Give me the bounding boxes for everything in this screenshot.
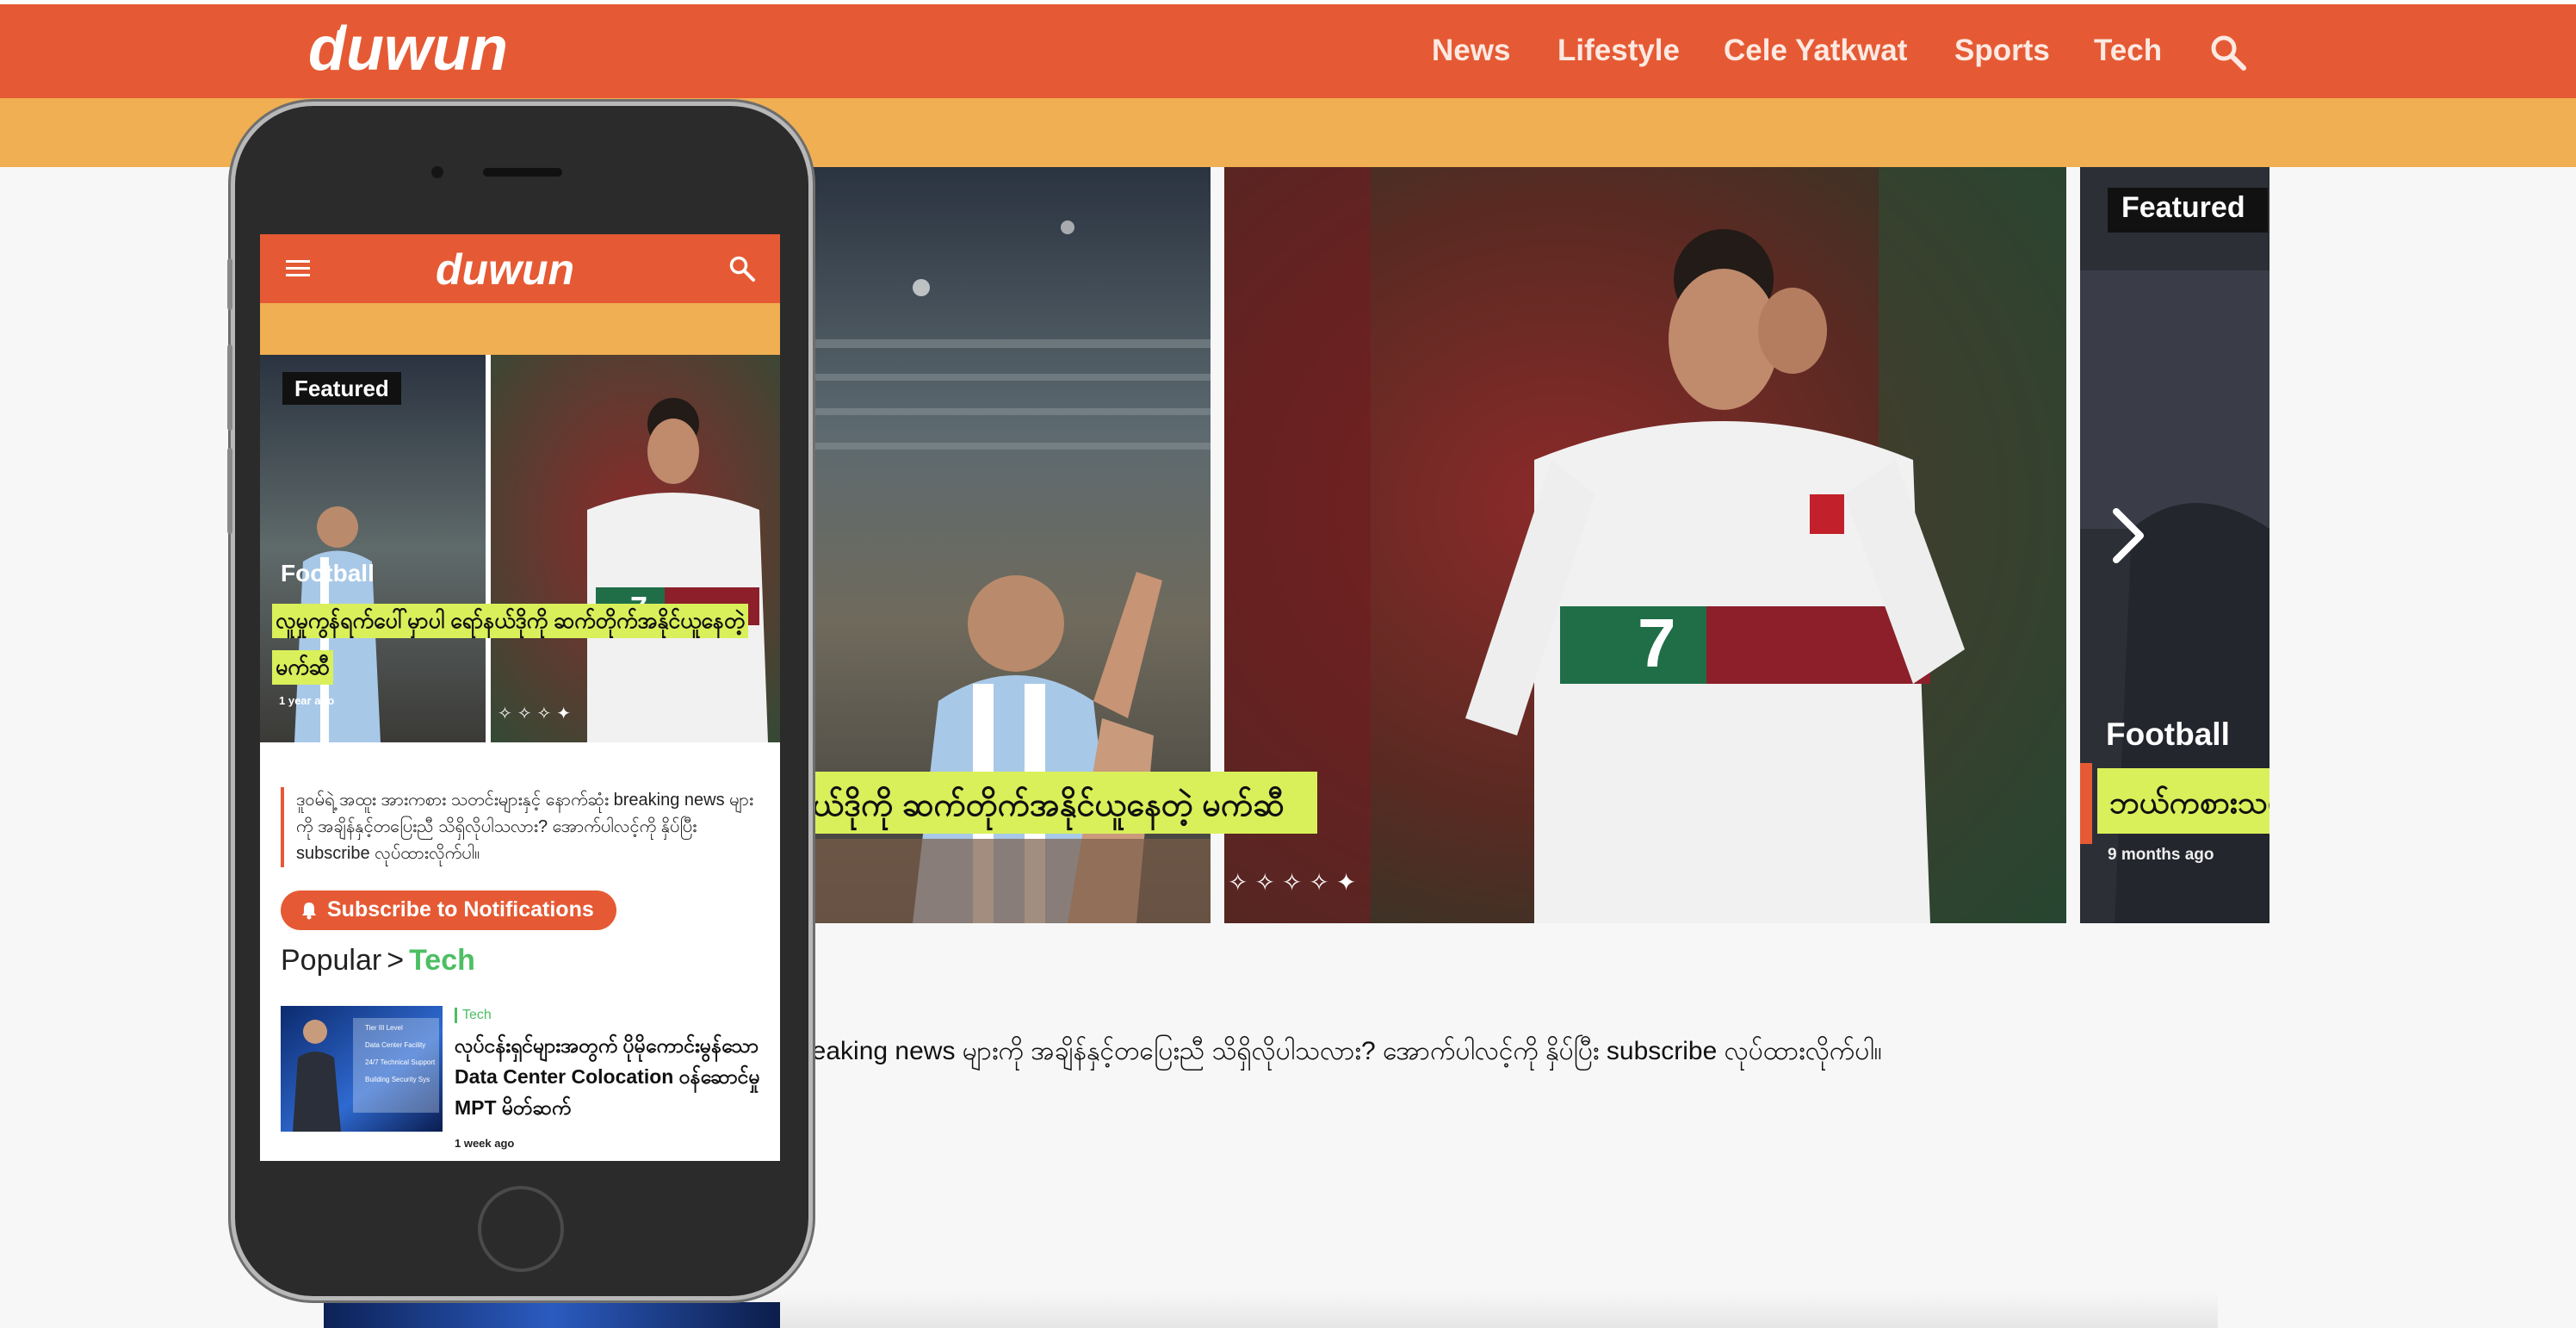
subscribe-notifications-button[interactable]: Subscribe to Notifications [281, 891, 616, 930]
nav-sports[interactable]: Sports [1954, 34, 2050, 68]
phone-volume-up [227, 344, 232, 431]
mobile-header: duwun [260, 234, 780, 303]
search-icon[interactable] [2209, 34, 2247, 71]
svg-text:Tier III Level: Tier III Level [365, 1024, 403, 1032]
svg-text:duwun: duwun [436, 248, 574, 291]
featured-badge: Featured [2108, 188, 2268, 233]
svg-text:24/7 Technical Support: 24/7 Technical Support [365, 1058, 436, 1066]
slide-headline-main[interactable]: ဂိုနယ်ဒိုကို ဆက်တိုက်အနိုင်ယူနေတဲ့ မက်ဆီ [809, 772, 1317, 834]
mobile-logo[interactable]: duwun [434, 248, 623, 291]
phone-volume-down [227, 448, 232, 534]
phone-screen: duwun Featured Football လူမှုကွန်ရက်ပေါ်… [260, 234, 780, 1161]
article-thumbnail-peek[interactable] [324, 1302, 780, 1328]
mobile-subscribe-description: ဒူဝမ်ရဲ့ အထူး အားကစား သတင်းများနှင့် နော… [281, 787, 763, 867]
nav-news[interactable]: News [1432, 34, 1510, 68]
phone-mute-switch [227, 258, 232, 310]
slider-dots[interactable]: ✧✧✧✧✦ [1228, 868, 1363, 897]
mobile-slide-category[interactable]: Football [281, 560, 375, 587]
slide-headline-next[interactable]: ဘယ်ကစားသမား [2097, 768, 2269, 834]
mobile-featured-badge: Featured [282, 372, 401, 405]
subscribe-description: breaking news များကို အချိန်နှင့်တပြေးညီ… [808, 1037, 1882, 1065]
svg-text:Data Center Facility: Data Center Facility [365, 1041, 425, 1049]
popular-article-card[interactable]: Tier III Level Data Center Facility 24/7… [281, 1006, 763, 1152]
search-icon[interactable] [728, 255, 756, 282]
phone-camera [431, 166, 443, 178]
site-header: duwun News Lifestyle Cele Yatkwat Sports… [0, 4, 2576, 98]
mobile-slider-dots[interactable]: ✧✧✧✦ [498, 703, 576, 724]
nav-lifestyle[interactable]: Lifestyle [1557, 34, 1680, 68]
slide-time: 9 months ago [2108, 846, 2214, 864]
popular-category-tech[interactable]: Tech [409, 944, 475, 977]
svg-text:Building Security Sys: Building Security Sys [365, 1076, 430, 1083]
mobile-slide-time: 1 year ago [279, 694, 335, 707]
chevron-right-icon[interactable] [2106, 505, 2151, 567]
nav-tech[interactable]: Tech [2094, 34, 2162, 68]
subscribe-button-label: Subscribe to Notifications [327, 897, 594, 922]
bell-icon [302, 903, 316, 920]
article-tag[interactable]: Tech [455, 1008, 492, 1023]
slide-category[interactable]: Football [2106, 717, 2230, 753]
article-title[interactable]: လုပ်ငန်းရှင်များအတွက် ပိုမိုကောင်းမွန်သေ… [455, 1030, 765, 1123]
mobile-featured-slider[interactable]: 7 Featured Football လူမှုကွန်ရက်ပေါ်မှာပ… [260, 355, 780, 742]
article-time: 1 week ago [455, 1137, 515, 1150]
slide-image-player[interactable]: 7 [1224, 167, 2066, 923]
popular-breadcrumb: Popular > Tech [281, 944, 475, 977]
hamburger-menu-icon[interactable] [286, 258, 310, 279]
nav-cele-yatkwat[interactable]: Cele Yatkwat [1724, 34, 1907, 68]
site-logo[interactable]: duwun [303, 16, 561, 85]
phone-speaker [483, 168, 562, 177]
mobile-slide-headline[interactable]: လူမှုကွန်ရက်ပေါ်မှာပါ ရော်နယ်ဒိုကို ဆက်တ… [272, 598, 754, 691]
headline-accent [2080, 763, 2092, 844]
mobile-accent-bar [260, 303, 780, 355]
phone-home-button[interactable] [478, 1186, 564, 1272]
breadcrumb-separator: > [387, 944, 405, 977]
svg-text:7: 7 [1638, 605, 1676, 681]
popular-label: Popular [281, 944, 382, 977]
article-thumbnail[interactable]: Tier III Level Data Center Facility 24/7… [281, 1006, 443, 1132]
